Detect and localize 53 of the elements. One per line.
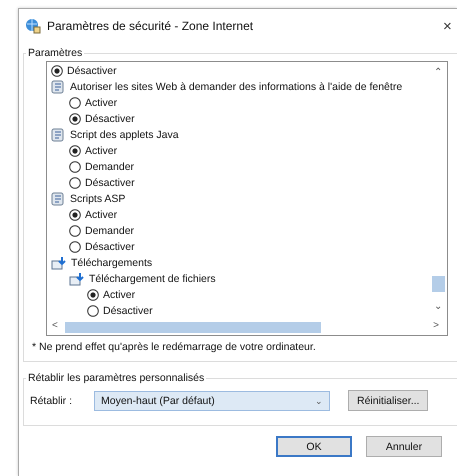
radio-button[interactable] — [87, 289, 99, 301]
setting-label: Script des applets Java — [70, 129, 179, 141]
reset-button[interactable]: Réinitialiser... — [348, 390, 428, 411]
setting-label: Téléchargements — [71, 257, 152, 269]
radio-button[interactable] — [51, 65, 63, 77]
scroll-thumb[interactable] — [65, 322, 321, 333]
radio-button[interactable] — [69, 209, 81, 221]
option-label: Désactiver — [67, 65, 117, 77]
script-icon — [51, 192, 66, 206]
window-title: Paramètres de sécurité - Zone Internet — [47, 19, 254, 33]
scroll-up-arrow[interactable]: ⌃ — [434, 66, 442, 78]
dialog-button[interactable]: OK — [276, 436, 352, 457]
dropdown-caret: ⌄ — [315, 396, 323, 406]
dialog-button[interactable]: Annuler — [366, 436, 442, 457]
radio-button[interactable] — [69, 145, 81, 157]
close-button[interactable]: × — [443, 18, 457, 34]
radio-button[interactable] — [69, 225, 81, 237]
reset-label: Rétablir : — [30, 394, 74, 406]
radio-button[interactable] — [87, 305, 99, 317]
radio-button[interactable] — [69, 241, 81, 253]
option-label: Demander — [85, 161, 134, 173]
option-label: Désactiver — [85, 241, 135, 253]
group-title: Rétablir les paramètres personnalisés — [27, 372, 206, 384]
settings-list[interactable] — [46, 61, 448, 336]
option-label: Désactiver — [103, 305, 153, 317]
radio-button[interactable] — [69, 161, 81, 173]
script-icon — [51, 80, 66, 94]
option-label: Activer — [85, 97, 118, 109]
option-label: Activer — [103, 289, 136, 301]
globe-shield-icon — [25, 18, 41, 34]
option-label: Demander — [85, 225, 134, 237]
horizontal-scrollbar[interactable]: < > — [47, 319, 447, 335]
scroll-right-arrow[interactable]: > — [433, 320, 439, 331]
level-dropdown[interactable]: Moyen-haut (Par défaut) ⌄ — [94, 390, 330, 410]
scroll-thumb[interactable] — [432, 276, 445, 292]
option-label: Activer — [85, 145, 118, 157]
scroll-left-arrow[interactable]: < — [52, 320, 58, 331]
option-label: Désactiver — [85, 177, 135, 189]
download-icon — [51, 256, 67, 270]
vertical-scrollbar[interactable]: ⌃ ⌄ — [430, 62, 447, 320]
setting-label: Scripts ASP — [70, 193, 126, 205]
setting-label: Autoriser les sites Web à demander des informations à l'aide de fenêtre — [70, 81, 402, 93]
radio-button[interactable] — [69, 113, 81, 125]
download-icon — [69, 272, 85, 286]
radio-button[interactable] — [69, 177, 81, 189]
scroll-down-arrow[interactable]: ⌄ — [434, 300, 442, 312]
option-label: Activer — [85, 209, 118, 221]
script-icon — [51, 128, 66, 142]
group-title: Paramètres — [27, 47, 84, 59]
radio-button[interactable] — [69, 97, 81, 109]
setting-label: Téléchargement de fichiers — [89, 273, 216, 285]
option-label: Désactiver — [85, 113, 135, 125]
restart-note: * Ne prend effet qu'après le redémarrage de votre ordinateur. — [32, 341, 317, 353]
